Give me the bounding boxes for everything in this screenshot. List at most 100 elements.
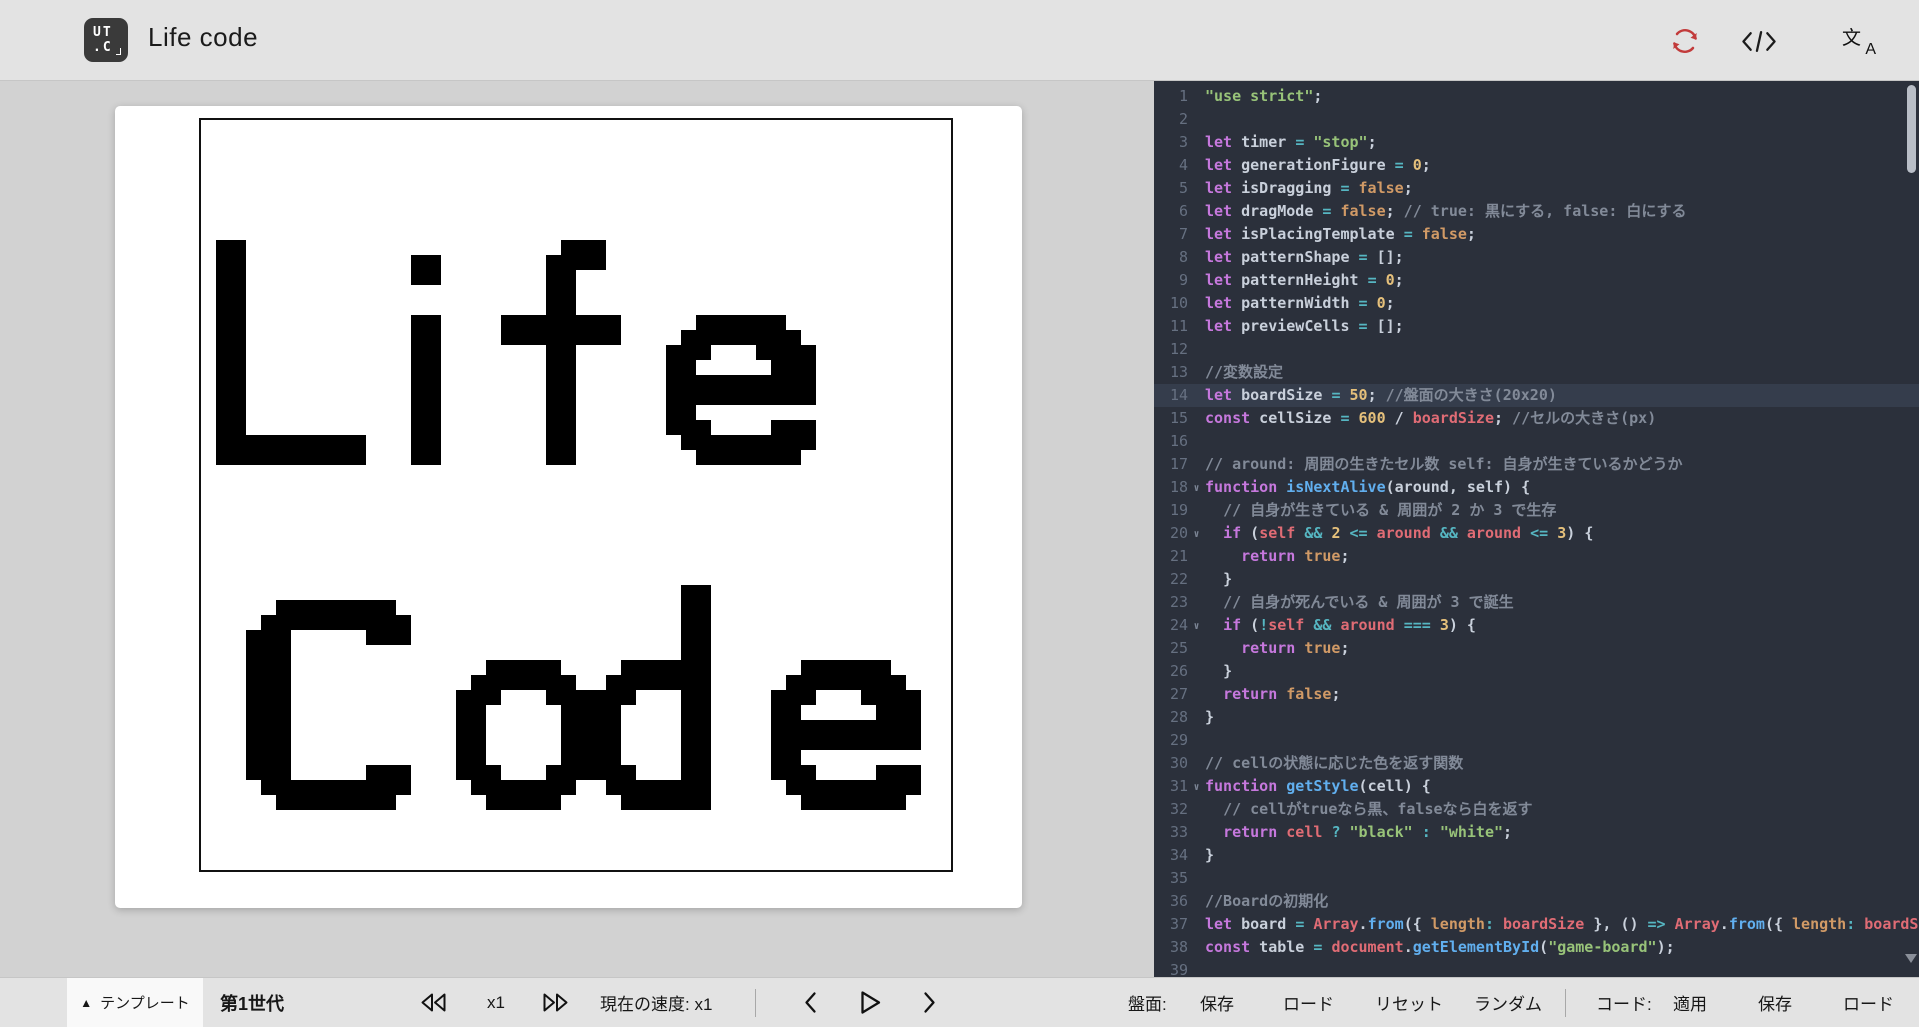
code-line[interactable]: 39 — [1154, 959, 1919, 977]
board-section-label: 盤面: — [1128, 978, 1167, 1027]
save-code-button[interactable]: 保存 — [1758, 978, 1792, 1027]
chevron-left-icon — [803, 991, 818, 1014]
prev-generation-button[interactable] — [803, 978, 818, 1027]
code-line-text: let isPlacingTemplate = false; — [1205, 223, 1919, 246]
code-line[interactable]: 8let patternShape = []; — [1154, 246, 1919, 269]
load-code-button[interactable]: ロード — [1843, 978, 1894, 1027]
code-line[interactable]: 20∨ if (self && 2 <= around && around <=… — [1154, 522, 1919, 545]
save-board-button[interactable]: 保存 — [1200, 978, 1234, 1027]
code-editor[interactable]: 1"use strict";23let timer = "stop";4let … — [1154, 81, 1919, 977]
code-line[interactable]: 36//Boardの初期化 — [1154, 890, 1919, 913]
code-line[interactable]: 19 // 自身が生きている & 周囲が 2 か 3 で生存 — [1154, 499, 1919, 522]
fold-arrow-icon[interactable]: ∨ — [1188, 476, 1205, 499]
code-line-text: return true; — [1205, 637, 1919, 660]
template-button[interactable]: ▲ テンプレート — [67, 978, 203, 1027]
code-line[interactable]: 4let generationFigure = 0; — [1154, 154, 1919, 177]
chevron-right-icon — [922, 991, 937, 1014]
live-cell-run — [456, 705, 486, 720]
line-number: 5 — [1154, 177, 1188, 200]
code-line[interactable]: 17// around: 周囲の生きたセル数 self: 自身が生きているかどう… — [1154, 453, 1919, 476]
code-line-text: let previewCells = []; — [1205, 315, 1919, 338]
code-line[interactable]: 29 — [1154, 729, 1919, 752]
scroll-down-icon[interactable] — [1905, 954, 1917, 963]
live-cell-run — [621, 795, 711, 810]
fold-arrow-icon[interactable]: ∨ — [1188, 522, 1205, 545]
code-line[interactable]: 5 let isDragging = false; — [1154, 177, 1919, 200]
reset-board-button[interactable]: リセット — [1375, 978, 1443, 1027]
language-button[interactable]: 文 A — [1840, 25, 1876, 57]
live-cell-run — [456, 720, 486, 735]
live-cell-run — [246, 660, 291, 675]
live-cell-run — [666, 390, 816, 405]
live-cell-run — [246, 750, 291, 765]
load-board-button[interactable]: ロード — [1283, 978, 1334, 1027]
fold-arrow-icon[interactable]: ∨ — [1188, 775, 1205, 798]
next-generation-button[interactable] — [922, 978, 937, 1027]
code-line[interactable]: 3let timer = "stop"; — [1154, 131, 1919, 154]
code-line[interactable]: 23 // 自身が死んでいる & 周囲が 3 で誕生 — [1154, 591, 1919, 614]
code-line[interactable]: 6let dragMode = false; // true: 黒にする, fa… — [1154, 200, 1919, 223]
code-line[interactable]: 15const cellSize = 600 / boardSize; //セル… — [1154, 407, 1919, 430]
code-line-text: return true; — [1205, 545, 1919, 568]
fast-forward-icon — [542, 992, 569, 1013]
code-line-text: let isDragging = false; — [1205, 177, 1919, 200]
code-line[interactable]: 22 } — [1154, 568, 1919, 591]
code-line[interactable]: 21 return true; — [1154, 545, 1919, 568]
code-line[interactable]: 34} — [1154, 844, 1919, 867]
play-button[interactable] — [858, 978, 883, 1027]
live-cell-run — [216, 345, 246, 360]
fold-spacer — [1188, 798, 1205, 821]
code-toggle-button[interactable] — [1741, 25, 1777, 57]
code-line[interactable]: 30// cellの状態に応じた色を返す関数 — [1154, 752, 1919, 775]
code-line-text: let dragMode = false; // true: 黒にする, fal… — [1205, 200, 1919, 223]
speed-up-button[interactable] — [542, 978, 569, 1027]
code-line[interactable]: 10let patternWidth = 0; — [1154, 292, 1919, 315]
code-line[interactable]: 33 return cell ? "black" : "white"; — [1154, 821, 1919, 844]
code-line[interactable]: 18∨function isNextAlive(around, self) { — [1154, 476, 1919, 499]
code-line[interactable]: 27 return false; — [1154, 683, 1919, 706]
code-line[interactable]: 28} — [1154, 706, 1919, 729]
code-line[interactable]: 24∨ if (!self && around === 3) { — [1154, 614, 1919, 637]
live-cell-run — [801, 660, 891, 675]
fold-spacer — [1188, 269, 1205, 292]
live-cell-run — [621, 660, 711, 675]
code-line[interactable]: 26 } — [1154, 660, 1919, 683]
code-line[interactable]: 35 — [1154, 867, 1919, 890]
slow-down-button[interactable] — [420, 978, 447, 1027]
random-board-button[interactable]: ランダム — [1474, 978, 1542, 1027]
code-line[interactable]: 37let board = Array.from({ length: board… — [1154, 913, 1919, 936]
code-line[interactable]: 25 return true; — [1154, 637, 1919, 660]
code-line[interactable]: 13//変数設定 — [1154, 361, 1919, 384]
line-number: 3 — [1154, 131, 1188, 154]
fold-arrow-icon[interactable]: ∨ — [1188, 614, 1205, 637]
refresh-button[interactable] — [1667, 25, 1703, 57]
code-line-text: // cellがtrueなら黒、falseなら白を返す — [1205, 798, 1919, 821]
line-number: 34 — [1154, 844, 1188, 867]
fold-spacer — [1188, 568, 1205, 591]
code-line[interactable]: 31∨function getStyle(cell) { — [1154, 775, 1919, 798]
editor-scrollbar-thumb[interactable] — [1907, 85, 1916, 173]
code-line[interactable]: 38const table = document.getElementById(… — [1154, 936, 1919, 959]
code-line[interactable]: 12 — [1154, 338, 1919, 361]
fold-spacer — [1188, 200, 1205, 223]
code-line[interactable]: 14let boardSize = 50; //盤面の大きさ(20x20) — [1154, 384, 1919, 407]
code-line[interactable]: 1"use strict"; — [1154, 85, 1919, 108]
live-cell-run — [411, 270, 441, 285]
live-cell-run — [861, 690, 921, 705]
live-cell-run — [411, 375, 441, 390]
fold-spacer — [1188, 545, 1205, 568]
game-board[interactable] — [201, 120, 951, 870]
code-line-text: // 自身が生きている & 周囲が 2 か 3 で生存 — [1205, 499, 1919, 522]
code-line[interactable]: 7let isPlacingTemplate = false; — [1154, 223, 1919, 246]
board-card — [115, 106, 1022, 908]
fold-spacer — [1188, 338, 1205, 361]
code-line[interactable]: 9let patternHeight = 0; — [1154, 269, 1919, 292]
apply-code-button[interactable]: 適用 — [1673, 978, 1707, 1027]
code-line[interactable]: 16 — [1154, 430, 1919, 453]
code-line[interactable]: 2 — [1154, 108, 1919, 131]
code-line[interactable]: 32 // cellがtrueなら黒、falseなら白を返す — [1154, 798, 1919, 821]
fold-spacer — [1188, 131, 1205, 154]
code-line-text: "use strict"; — [1205, 85, 1919, 108]
code-line[interactable]: 11let previewCells = []; — [1154, 315, 1919, 338]
code-editor-lines: 1"use strict";23let timer = "stop";4let … — [1154, 85, 1919, 977]
